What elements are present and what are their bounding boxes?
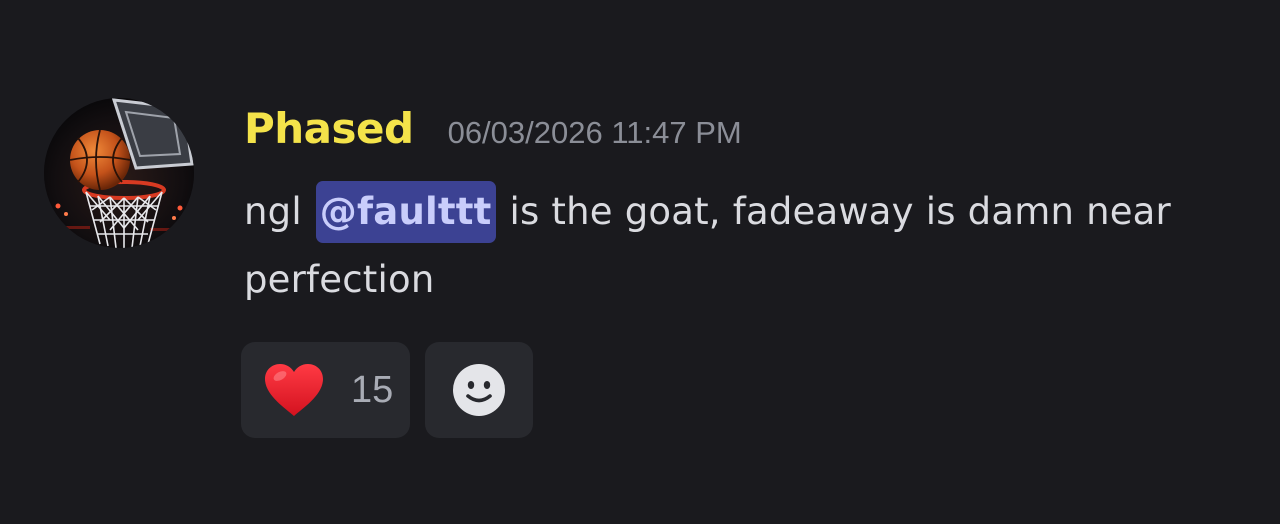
smiley-face-icon xyxy=(453,364,505,416)
user-mention[interactable]: @faulttt xyxy=(315,181,496,243)
message-header: Phased 06/03/2026 11:47 PM xyxy=(244,104,742,164)
reaction-count: 15 xyxy=(351,368,394,411)
message-content: ngl @faulttt is the goat, fadeaway is da… xyxy=(244,178,1254,314)
reaction-bar: 15 xyxy=(241,342,533,438)
red-heart-icon xyxy=(265,364,323,416)
author-username[interactable]: Phased xyxy=(244,104,414,153)
reaction-heart-button[interactable]: 15 xyxy=(241,342,410,438)
message-timestamp: 06/03/2026 11:47 PM xyxy=(447,115,742,150)
chat-message: Phased 06/03/2026 11:47 PM ngl @faulttt … xyxy=(0,0,1280,524)
message-text-before-mention: ngl xyxy=(244,190,314,233)
add-reaction-button[interactable] xyxy=(425,342,533,438)
user-avatar[interactable] xyxy=(44,98,194,248)
basketball-hoop-avatar-icon xyxy=(44,98,194,248)
